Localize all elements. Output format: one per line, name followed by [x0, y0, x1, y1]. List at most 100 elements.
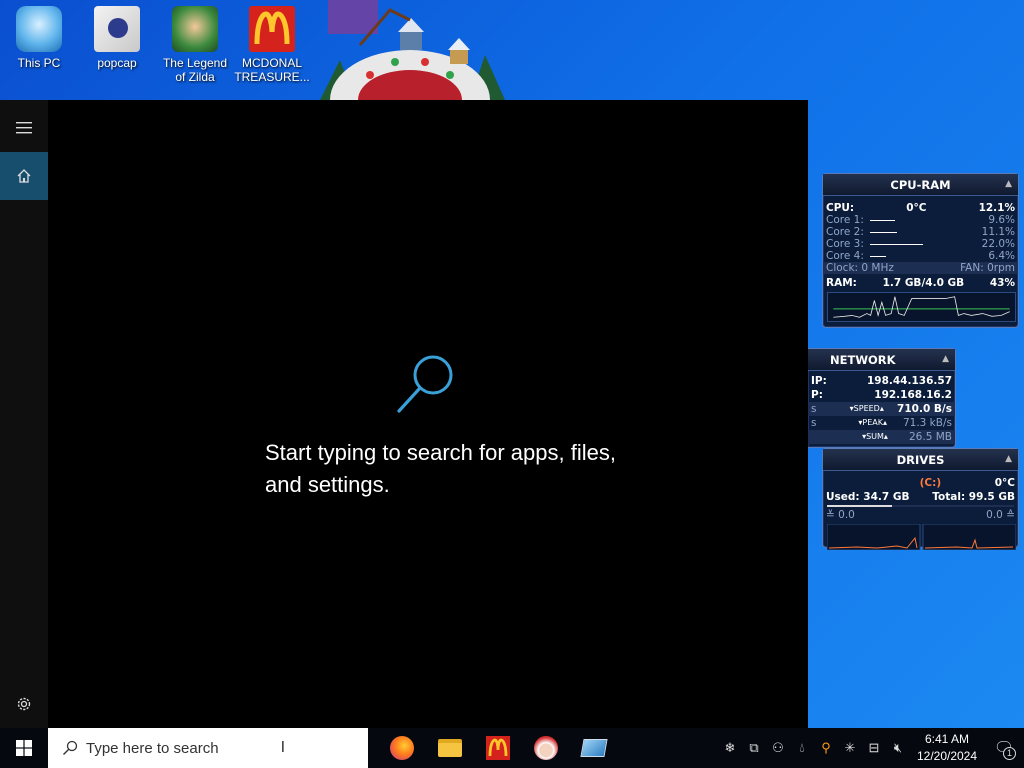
- monitor-app-icon: [580, 739, 608, 757]
- collapse-caret-icon[interactable]: ▲: [1005, 179, 1012, 189]
- desktop-icon-legend-of-zilda[interactable]: The Legend of Zilda: [157, 6, 233, 84]
- hamburger-icon: [16, 122, 32, 134]
- sum-value: 26.5 MB: [909, 431, 952, 443]
- drive-letter: (C:): [919, 477, 942, 489]
- core-row: Core 3: 22.0%: [823, 238, 1018, 250]
- sum-label: SUM: [866, 432, 884, 441]
- cpu-ram-header: CPU-RAM ▲: [823, 174, 1018, 196]
- notification-count-badge: 1: [1003, 747, 1016, 760]
- desktop-icon-label: popcap: [97, 56, 137, 70]
- core-label: Core 2:: [826, 226, 864, 238]
- santa-app-taskbar-button[interactable]: [522, 728, 570, 768]
- network-header: NETWORK ▲: [808, 349, 955, 371]
- sum-row: ▾SUM▴ 26.5 MB: [808, 430, 955, 444]
- gear-icon: [17, 697, 31, 711]
- core-value: 6.4%: [988, 250, 1015, 262]
- firefox-icon: [390, 736, 414, 760]
- desktop-icon-label-line2: TREASURE...: [234, 70, 310, 84]
- network-icon[interactable]: ⊟: [862, 728, 886, 768]
- clock-time: 6:41 AM: [924, 732, 970, 746]
- desktop-icon-label-line1: MCDONAL: [241, 56, 302, 70]
- snowflake-icon[interactable]: ❄: [718, 728, 742, 768]
- ram-row: RAM: 1.7 GB/4.0 GB 43%: [823, 277, 1018, 289]
- ram-usage: 1.7 GB/4.0 GB: [882, 277, 965, 289]
- desktop-icon-label: This PC: [17, 56, 61, 70]
- drives-header: DRIVES ▲: [823, 449, 1018, 471]
- water-drop-icon[interactable]: 💧︎: [790, 728, 814, 768]
- peak-row: s ▾PEAK▴ 71.3 kB/s: [811, 417, 952, 429]
- cpu-percent: 12.1%: [978, 202, 1015, 214]
- mcdonalds-taskbar-button[interactable]: [474, 728, 522, 768]
- core-label: Core 3:: [826, 238, 864, 250]
- external-ip: 198.44.136.57: [866, 375, 952, 387]
- core-label: Core 1:: [826, 214, 864, 226]
- read-icon: ≚: [826, 509, 835, 521]
- cpu-clock: Clock: 0 MHz: [826, 262, 894, 274]
- firefox-taskbar-button[interactable]: [378, 728, 426, 768]
- desktop-icon-this-pc[interactable]: This PC: [1, 6, 77, 70]
- clock-date: 12/20/2024: [916, 749, 978, 763]
- task-view-icon[interactable]: ⧉: [742, 728, 766, 768]
- search-side-rail: [0, 100, 48, 728]
- folder-icon: [438, 739, 462, 757]
- core-row: Core 1: 9.6%: [823, 214, 1018, 226]
- mcdonalds-logo-icon: [249, 6, 295, 52]
- core-usage-bar: [869, 254, 982, 259]
- sparkle-icon[interactable]: ✳: [838, 728, 862, 768]
- desktop-icon-mcdonalds-treasure[interactable]: MCDONAL TREASURE...: [234, 6, 310, 84]
- core-value: 22.0%: [981, 238, 1015, 250]
- system-tray: ❄ ⧉ ⚇ 💧︎ ⚲ ✳ ⊟ 🔇︎ 6:41 AM 12/20/2024 🗨︎ …: [718, 728, 1024, 768]
- cpu-label: CPU:: [826, 202, 855, 214]
- taskbar: Type here to search I ❄ ⧉ ⚇ 💧︎ ⚲ ✳ ⊟ 🔇︎ …: [0, 728, 1024, 768]
- people-icon[interactable]: ⚇: [766, 728, 790, 768]
- core-usage-bar: [869, 218, 982, 223]
- cpu-ram-gadget: CPU-RAM ▲ CPU: 0°C 12.1% Core 1: 9.6% Core…: [822, 173, 1019, 328]
- desktop-icon-popcap[interactable]: popcap: [79, 6, 155, 70]
- drive-c-row: (C:) 0°C: [823, 477, 1018, 489]
- start-search-panel: Start typing to search for apps, files, …: [0, 100, 808, 728]
- fan-speed: FAN: 0rpm: [960, 262, 1015, 274]
- volume-muted-icon[interactable]: 🔇︎: [886, 728, 910, 768]
- cpu-ram-history-graph: [827, 292, 1016, 322]
- core-row: Core 2: 11.1%: [823, 226, 1018, 238]
- write-value: 0.0: [986, 509, 1003, 521]
- zelda-game-icon: [172, 6, 218, 52]
- internal-ip-row: P: 192.168.16.2: [811, 389, 952, 401]
- mcdonalds-logo-icon: [486, 736, 510, 760]
- core-usage-bar: [869, 230, 976, 235]
- desktop-icon-label-line2: of Zilda: [175, 70, 215, 84]
- taskbar-search-box[interactable]: Type here to search I: [48, 728, 368, 768]
- settings-button[interactable]: [0, 680, 48, 728]
- collapse-caret-icon[interactable]: ▲: [942, 354, 949, 364]
- core-label: Core 4:: [826, 250, 864, 262]
- drive-usage-row: Used: 34.7 GB Total: 99.5 GB: [823, 491, 1018, 503]
- gadget-title: NETWORK: [830, 352, 896, 367]
- peak-value: 71.3 kB/s: [902, 417, 952, 429]
- core-value: 11.1%: [981, 226, 1015, 238]
- internal-ip: 192.168.16.2: [874, 389, 952, 401]
- ram-label: RAM:: [826, 277, 857, 289]
- home-button[interactable]: [0, 152, 48, 200]
- taskbar-clock[interactable]: 6:41 AM 12/20/2024: [910, 731, 984, 765]
- magnifier-tool-icon[interactable]: ⚲: [814, 728, 838, 768]
- drive-temp: 0°C: [994, 477, 1015, 489]
- windows-logo-icon: [16, 740, 32, 756]
- collapse-caret-icon[interactable]: ▲: [1005, 454, 1012, 464]
- home-icon: [17, 169, 31, 183]
- file-explorer-taskbar-button[interactable]: [426, 728, 474, 768]
- start-button[interactable]: [0, 728, 48, 768]
- core-value: 9.6%: [988, 214, 1015, 226]
- remote-desktop-taskbar-button[interactable]: [570, 728, 618, 768]
- search-icon: [63, 740, 78, 755]
- desktop-icon-label-line1: The Legend: [162, 56, 228, 70]
- external-ip-row: IP: 198.44.136.57: [811, 375, 952, 387]
- text-cursor-icon: I: [280, 739, 286, 756]
- cpu-temp: 0°C: [906, 202, 927, 214]
- search-hint-text: Start typing to search for apps, files, …: [265, 440, 616, 497]
- core-row: Core 4: 6.4%: [823, 250, 1018, 262]
- notification-center-button[interactable]: 🗨︎ 1: [984, 728, 1024, 768]
- santa-icon: [534, 736, 558, 760]
- hamburger-menu-button[interactable]: [0, 104, 48, 152]
- gadget-title: CPU-RAM: [890, 177, 951, 192]
- search-placeholder: Type here to search: [86, 739, 219, 757]
